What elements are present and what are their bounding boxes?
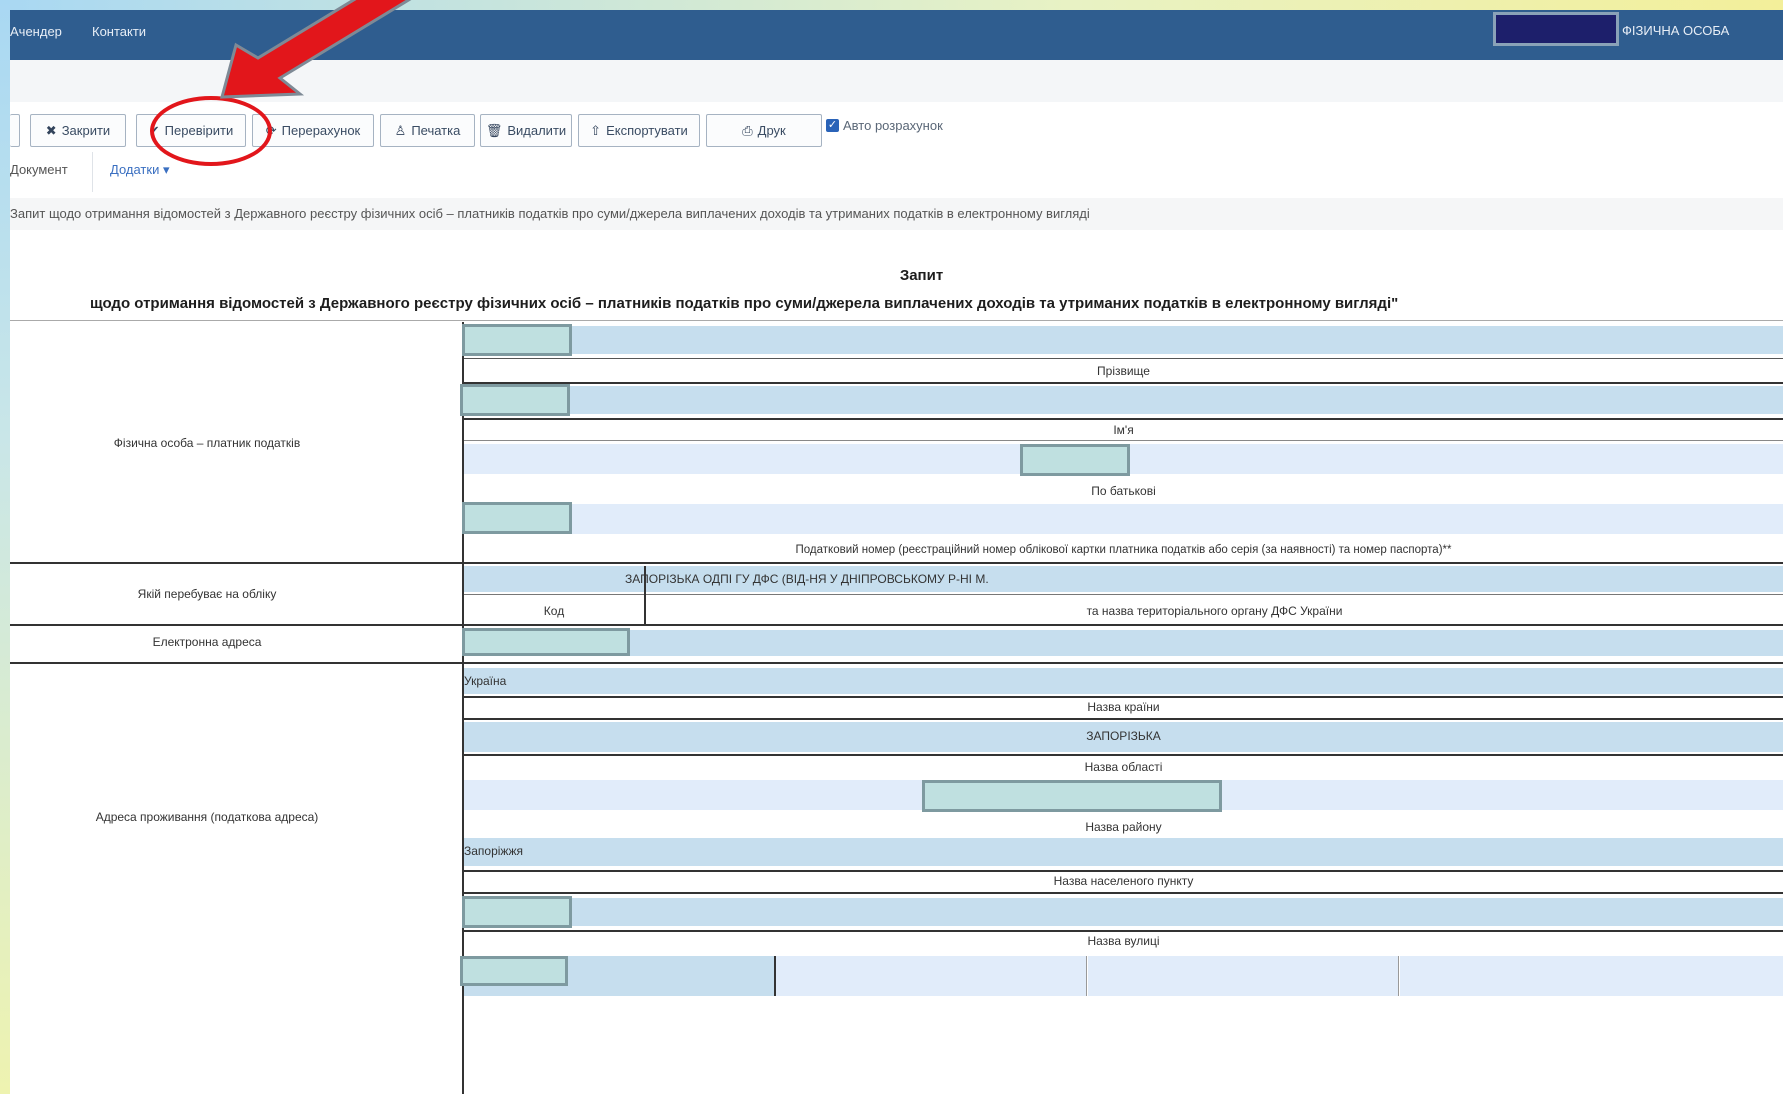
annotation-arrow	[220, 0, 412, 99]
red-arrow-icon	[220, 0, 412, 99]
